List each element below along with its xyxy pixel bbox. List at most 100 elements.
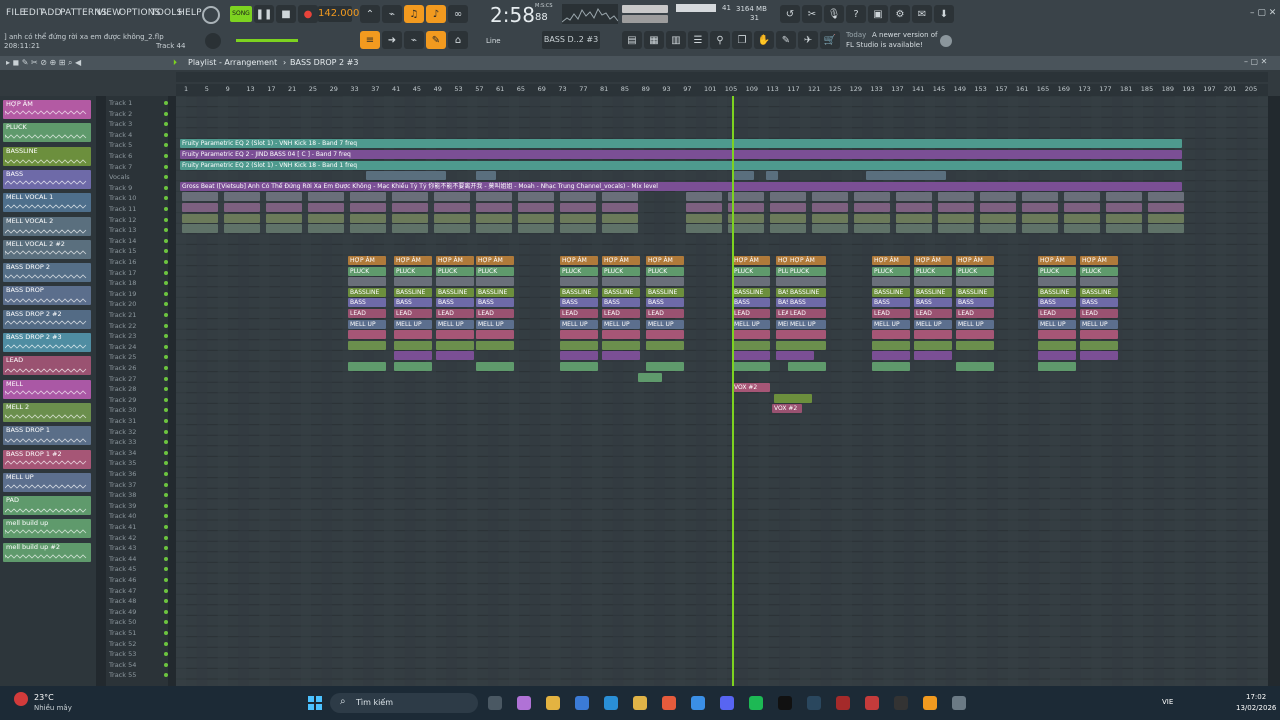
pattern-clip[interactable]: LEAD [476,309,514,318]
pattern-clip[interactable] [560,330,598,340]
pattern-clip[interactable]: BASS [560,298,598,308]
track-mute-dot[interactable] [164,376,168,381]
pattern-clip[interactable]: BASS [602,298,640,308]
track-mute-dot[interactable] [164,397,168,402]
track-mute-dot[interactable] [164,514,168,519]
pattern-clip[interactable]: HỢP ÂM [732,256,770,265]
pattern-clip[interactable] [348,362,386,371]
track-mute-dot[interactable] [164,101,168,105]
pattern-clip[interactable]: BASSLINE [436,287,474,297]
pattern-clip[interactable] [560,340,598,350]
track-mute-dot[interactable] [164,291,168,296]
picker-pattern[interactable]: BASSLINE [3,146,91,166]
weather-desc[interactable]: Nhiều mây [34,704,72,712]
picker-pattern[interactable]: BASS DROP 2 #3 [3,333,91,352]
arrangement-grid[interactable]: Fruity Parametric EQ 2 (Slot 1) - VNH Ki… [176,96,1268,686]
pattern-clip[interactable] [1080,340,1118,350]
beat-clip[interactable] [266,213,302,223]
pattern-clip[interactable]: LEAD [788,309,826,318]
undo-icon[interactable]: ↺ [780,5,800,23]
track-mute-dot[interactable] [164,143,168,148]
track-mute-dot[interactable] [164,217,168,222]
pattern-clip[interactable]: HỢP ÂM [646,256,684,265]
browser-icon[interactable]: ☰ [688,31,708,49]
pattern-clip[interactable]: LEAD [348,309,386,318]
pattern-clip[interactable] [436,340,474,350]
pattern-clip[interactable] [914,277,952,287]
beat-clip[interactable] [938,192,974,202]
discord-icon[interactable] [720,696,734,710]
pattern-clip[interactable]: HỢP ÂM [476,256,514,265]
pattern-clip[interactable]: BASS [348,298,386,308]
pattern-clip[interactable] [476,362,514,371]
beat-clip[interactable] [560,203,596,212]
pattern-clip[interactable] [872,340,910,350]
pattern-clip[interactable] [560,277,598,287]
vocal-clip[interactable] [866,171,946,181]
track-mute-dot[interactable] [164,164,168,169]
pattern-clip[interactable] [872,362,910,371]
pattern-clip[interactable] [646,340,684,350]
pattern-clip[interactable]: PLUCK [914,266,952,276]
track-mute-dot[interactable] [164,450,168,455]
pattern-clip[interactable]: BASSLINE [872,287,910,297]
pattern-clip[interactable]: MELL UP [872,319,910,329]
beat-clip[interactable] [224,213,260,223]
automation-clip[interactable]: Fruity Parametric EQ 2 (Slot 1) - VNH Ki… [180,139,1182,149]
beat-clip[interactable] [1064,224,1100,234]
beat-clip[interactable] [602,203,638,212]
track-mute-dot[interactable] [164,344,168,349]
pattern-clip[interactable]: PLUCK [560,266,598,276]
channel-rack-icon[interactable]: ▦ [644,31,664,49]
pattern-clip[interactable]: BASSLINE [956,287,994,297]
track-mute-dot[interactable] [164,355,168,360]
track-label[interactable]: Track 32 [109,428,136,436]
track-label[interactable]: Track 36 [109,470,136,478]
pattern-clip[interactable]: HỢP ÂM [348,256,386,265]
pattern-clip[interactable]: BASS [872,298,910,308]
beat-clip[interactable] [1106,203,1142,212]
playlist-menu-icon[interactable]: ▸ ◼ ✎ ✂ ⊘ ⊕ ⊞ ⌕ ◀ [6,58,81,68]
pattern-clip[interactable] [638,372,662,382]
track-mute-dot[interactable] [164,641,168,646]
pattern-clip[interactable] [646,277,684,287]
plugin-picker-icon[interactable]: ⚲ [710,31,730,49]
beat-clip[interactable] [686,203,722,212]
pattern-clip[interactable]: MELL UP [602,319,640,329]
beat-clip[interactable] [1148,224,1184,234]
pattern-clip[interactable] [602,340,640,350]
pattern-clip[interactable] [872,330,910,340]
arrow-right-icon[interactable]: ➜ [382,31,402,49]
pattern-clip[interactable] [776,351,814,361]
beat-clip[interactable] [1022,224,1058,234]
beat-clip[interactable] [1064,203,1100,212]
pattern-clip[interactable]: BASS [476,298,514,308]
track-mute-dot[interactable] [164,525,168,529]
clock-time[interactable]: 17:02 [1246,693,1266,701]
track-mute-dot[interactable] [164,111,168,116]
track-label[interactable]: Track 16 [109,258,136,266]
beat-clip[interactable] [518,224,554,234]
pattern-clip[interactable]: BASS [732,298,770,308]
wait-icon[interactable]: ⌁ [382,5,402,23]
track-label[interactable]: Track 41 [109,523,136,531]
play-button[interactable]: ❚❚ [254,5,274,23]
pattern-clip[interactable] [914,351,952,361]
settings-icon[interactable] [952,696,966,710]
update-icon[interactable] [940,35,952,47]
track-mute-dot[interactable] [164,122,168,127]
pattern-clip[interactable]: MELL UP [560,319,598,329]
automation-clip[interactable]: Fruity Parametric EQ 2 (Slot 1) - VNH Ki… [180,160,1182,170]
pattern-clip[interactable]: BASSLINE [560,287,598,297]
track-mute-dot[interactable] [164,620,168,625]
track-label[interactable]: Track 40 [109,512,136,520]
app-icon-2[interactable] [546,696,560,710]
track-label[interactable]: Track 44 [109,555,136,563]
pattern-clip[interactable]: VOX #2 [772,404,802,414]
pattern-clip[interactable] [732,362,770,371]
project-icon[interactable]: ❐ [732,31,752,49]
track-mute-dot[interactable] [164,281,168,286]
picker-pattern[interactable]: BASS [3,169,91,189]
beat-clip[interactable] [476,213,512,223]
pattern-clip[interactable] [348,277,386,287]
